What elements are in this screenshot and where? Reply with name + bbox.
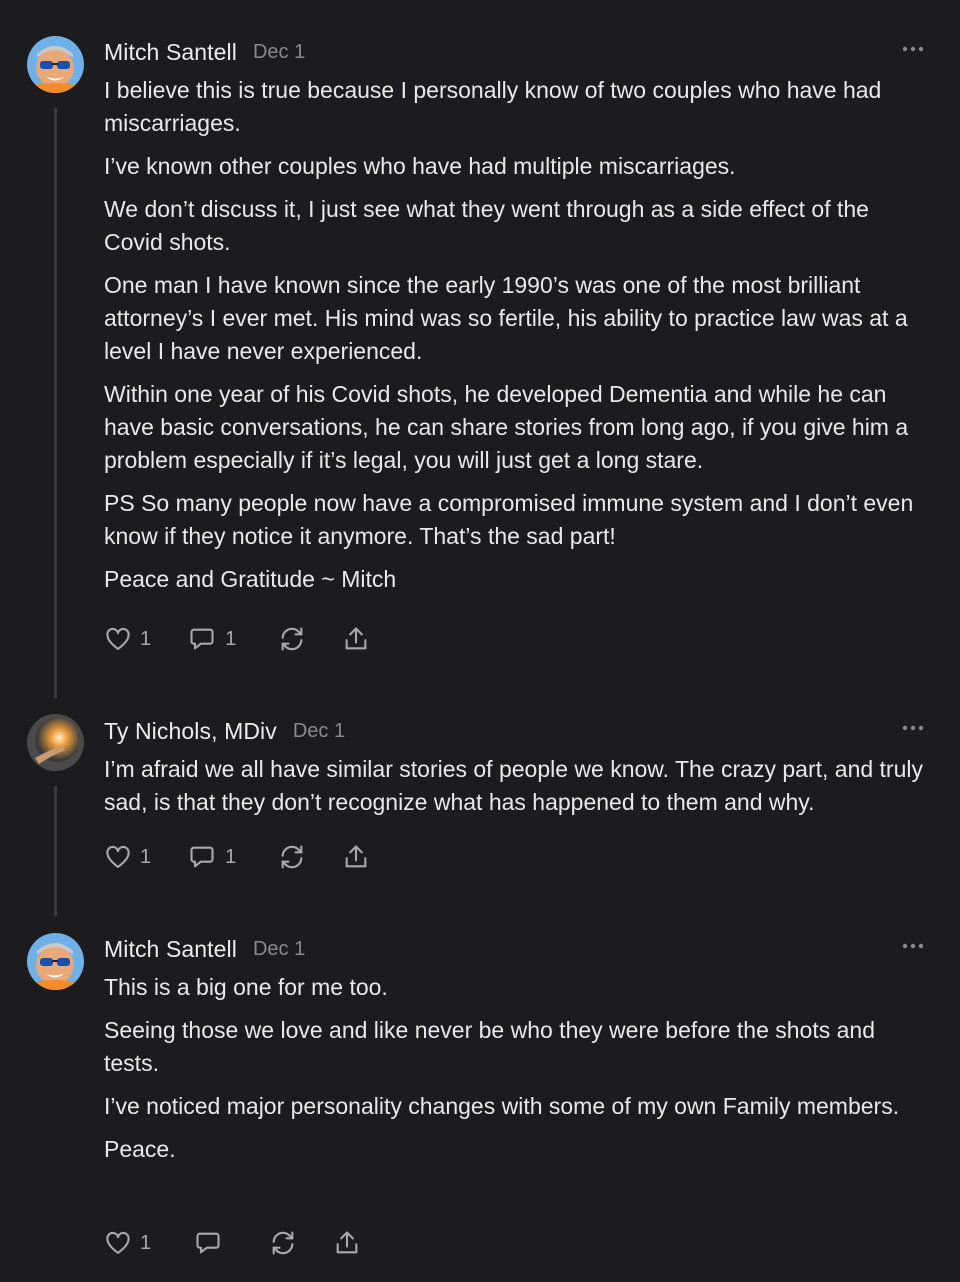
comment-body: I believe this is true because I persona… (104, 74, 924, 606)
heart-icon (106, 627, 130, 650)
comment-paragraph: Peace and Gratitude ~ Mitch (104, 566, 397, 592)
comment-date[interactable]: Dec 1 (253, 41, 305, 64)
ty-avatar[interactable] (27, 714, 84, 771)
restack-button[interactable] (269, 1229, 297, 1257)
share-icon (345, 845, 367, 868)
comment-thread: Mitch Santell Dec 1 I believe this is tr… (0, 0, 960, 1282)
comment-paragraph: I’ve known other couples who have had mu… (104, 153, 736, 179)
comment-paragraph: I’ve noticed major personality changes w… (104, 1093, 900, 1119)
thread-line (54, 108, 57, 698)
reply-button[interactable]: 1 (187, 625, 236, 653)
restack-icon (281, 627, 303, 651)
like-count: 1 (140, 1231, 152, 1254)
share-icon (345, 627, 367, 650)
reply-count: 1 (225, 845, 237, 868)
heart-icon (106, 1231, 130, 1254)
comment-actions: 1 1 (104, 840, 406, 874)
more-icon[interactable] (902, 941, 924, 951)
like-button[interactable]: 1 (104, 1229, 151, 1257)
comment-date[interactable]: Dec 1 (253, 938, 305, 961)
comment-paragraph: Peace. (104, 1136, 176, 1162)
reply-button[interactable]: 1 (187, 843, 236, 871)
like-button[interactable]: 1 (104, 843, 151, 871)
share-icon (336, 1231, 358, 1254)
share-button[interactable] (342, 843, 370, 871)
comment-paragraph: Within one year of his Covid shots, he d… (104, 381, 909, 473)
restack-button[interactable] (278, 843, 306, 871)
thread-line (54, 786, 57, 916)
restack-button[interactable] (278, 625, 306, 653)
comment-paragraph: I believe this is true because I persona… (104, 77, 882, 136)
comment-paragraph: I’m afraid we all have similar stories o… (104, 756, 923, 815)
comment-paragraph: Seeing those we love and like never be w… (104, 1017, 875, 1076)
comment-icon (190, 846, 214, 868)
more-icon[interactable] (902, 723, 924, 733)
restack-icon (272, 1231, 294, 1255)
like-count: 1 (140, 627, 152, 650)
comment-header: Mitch Santell Dec 1 (104, 36, 924, 68)
comment-paragraph: We don’t discuss it, I just see what the… (104, 196, 869, 255)
author-name[interactable]: Ty Nichols, MDiv (104, 718, 277, 745)
comment-body: This is a big one for me too. Seeing tho… (104, 971, 924, 1176)
reply-count: 1 (225, 627, 237, 650)
comment-icon (190, 628, 214, 650)
like-button[interactable]: 1 (104, 625, 151, 653)
author-name[interactable]: Mitch Santell (104, 39, 237, 66)
comment-paragraph: This is a big one for me too. (104, 974, 388, 1000)
share-button[interactable] (333, 1229, 361, 1257)
comment-paragraph: PS So many people now have a compromised… (104, 490, 914, 549)
comment-actions: 1 (104, 1226, 397, 1260)
like-count: 1 (140, 845, 152, 868)
more-icon[interactable] (902, 44, 924, 54)
heart-icon (106, 845, 130, 868)
comment-date[interactable]: Dec 1 (293, 720, 345, 743)
mitch-avatar[interactable] (27, 36, 84, 93)
comment-actions: 1 1 (104, 622, 406, 656)
comment-header: Mitch Santell Dec 1 (104, 933, 924, 965)
author-name[interactable]: Mitch Santell (104, 936, 237, 963)
comment-icon (196, 1232, 220, 1254)
comment-paragraph: One man I have known since the early 199… (104, 272, 908, 364)
comment-header: Ty Nichols, MDiv Dec 1 (104, 715, 924, 747)
mitch-avatar[interactable] (27, 933, 84, 990)
share-button[interactable] (342, 625, 370, 653)
restack-icon (281, 845, 303, 869)
comment-body: I’m afraid we all have similar stories o… (104, 753, 924, 829)
reply-button[interactable] (193, 1229, 223, 1257)
